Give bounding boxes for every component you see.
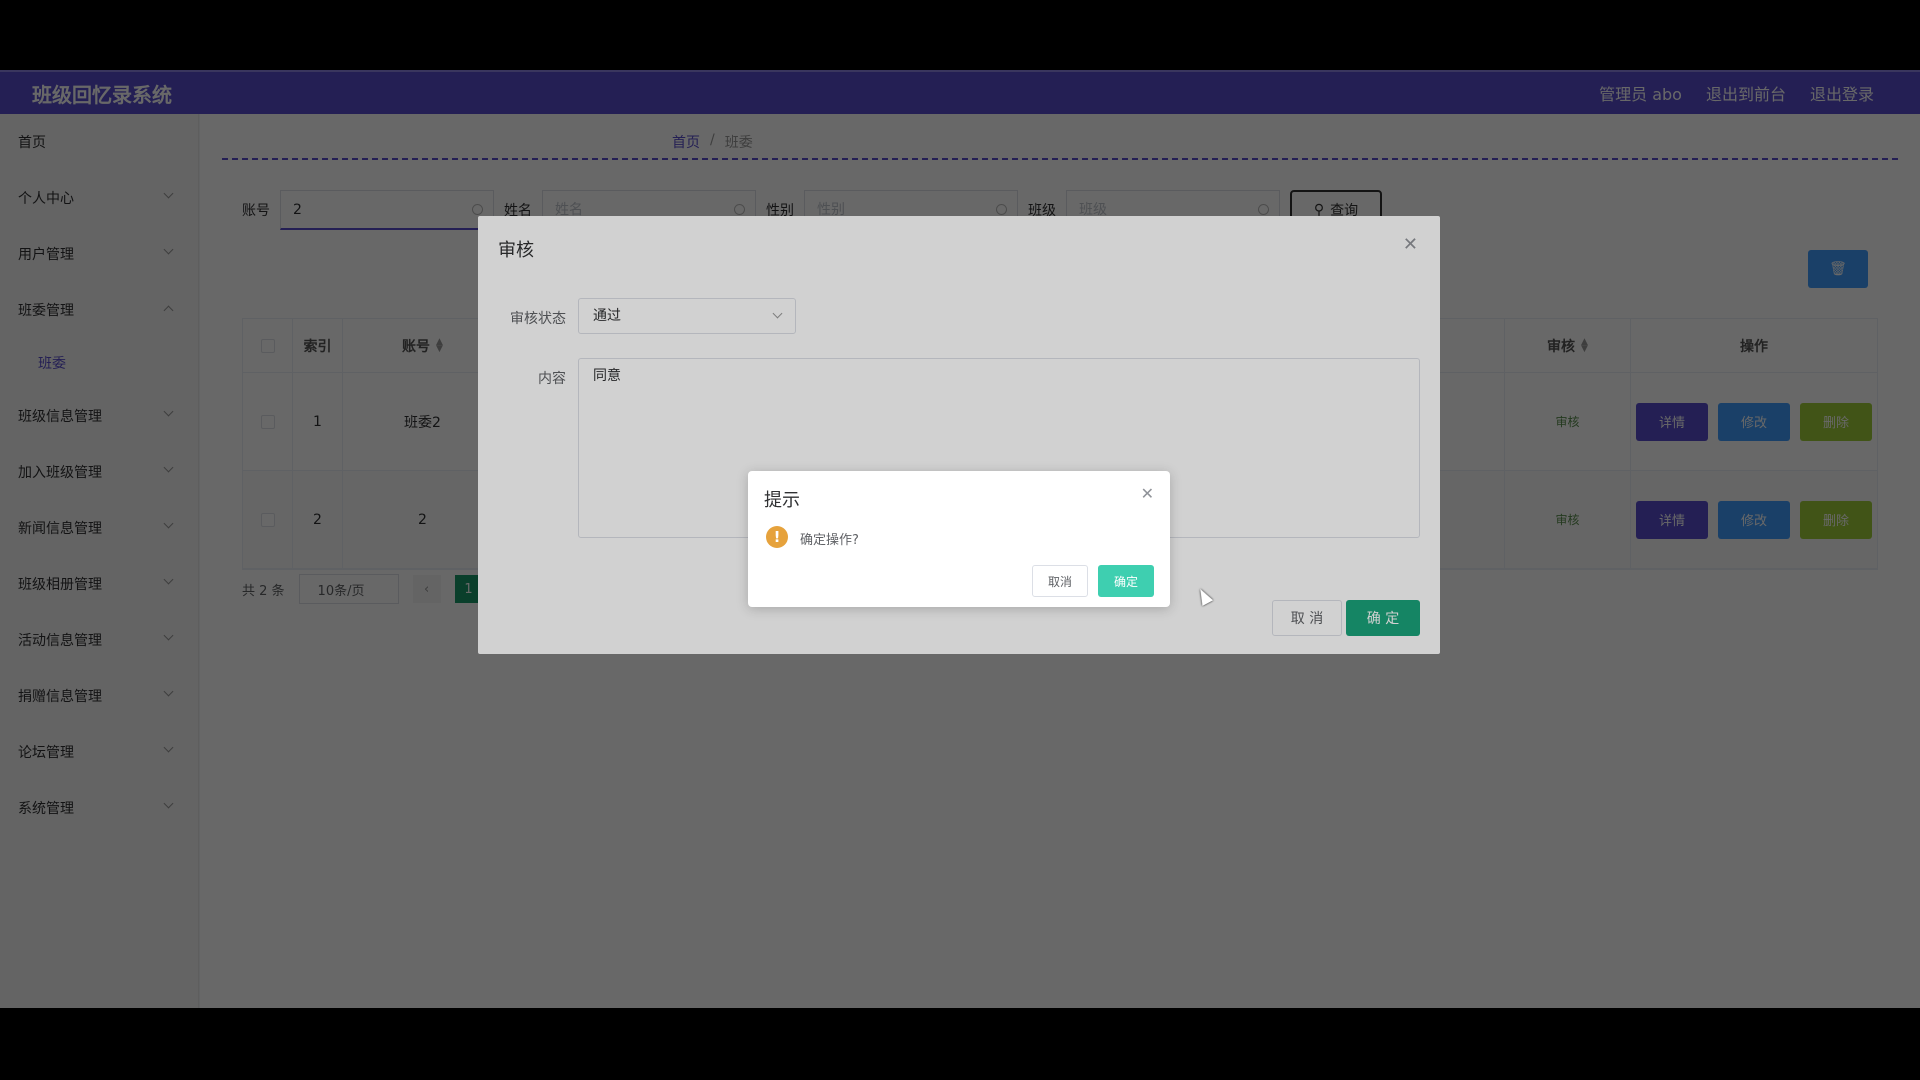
msgbox-confirm-button[interactable]: 确定	[1098, 565, 1154, 597]
warning-icon: !	[766, 526, 788, 548]
app-screen: 班级回忆录系统 管理员 abo 退出到前台 退出登录 首页 个人中心 用户管理 …	[0, 70, 1920, 1008]
confirm-message-box: 提示 ✕ ! 确定操作? 取消 确定	[748, 471, 1170, 607]
msgbox-message: 确定操作?	[800, 533, 859, 548]
msgbox-title: 提示	[764, 490, 800, 511]
close-icon[interactable]: ✕	[1141, 484, 1154, 503]
msgbox-cancel-button[interactable]: 取消	[1032, 565, 1088, 597]
